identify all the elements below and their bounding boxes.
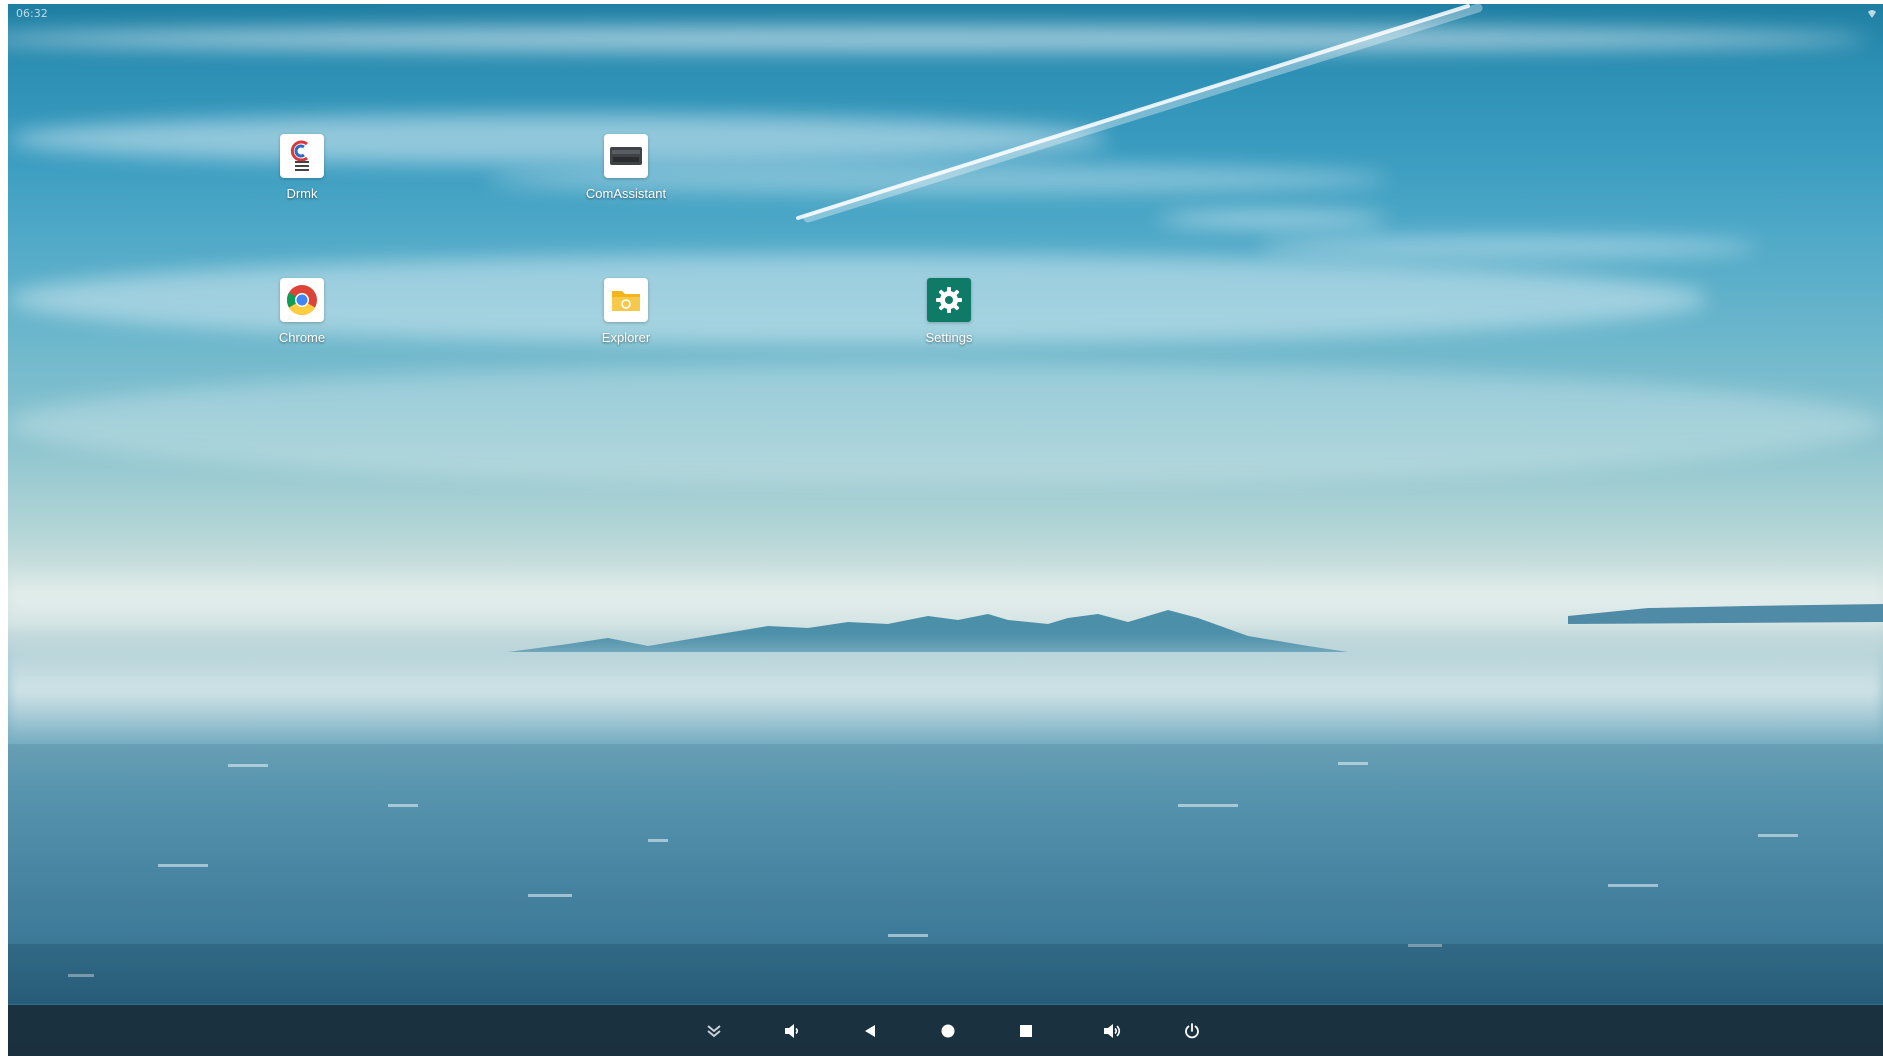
home-circle-icon: [941, 1024, 955, 1038]
contrail: [796, 4, 1483, 223]
app-chrome[interactable]: Chrome: [232, 278, 372, 345]
app-label: Settings: [925, 330, 973, 345]
app-label: Chrome: [278, 330, 326, 345]
explorer-folder-icon: [604, 278, 648, 322]
chevron-double-down-icon: [707, 1025, 721, 1038]
recents-square-icon: [1020, 1025, 1032, 1037]
settings-gear-icon: [927, 278, 971, 322]
app-label: ComAssistant: [585, 186, 667, 201]
app-comassistant[interactable]: ComAssistant: [556, 134, 696, 201]
home-button[interactable]: [932, 1015, 964, 1047]
status-clock: 06:32: [16, 7, 48, 20]
app-settings[interactable]: Settings: [879, 278, 1019, 345]
collapse-button[interactable]: [698, 1015, 730, 1047]
power-icon: [1185, 1023, 1199, 1039]
volume-up-button[interactable]: [1096, 1015, 1128, 1047]
navigation-bar: [8, 1005, 1883, 1056]
chrome-icon: [280, 278, 324, 322]
wifi-icon: [1868, 10, 1876, 18]
power-button[interactable]: [1176, 1015, 1208, 1047]
volume-down-icon: [785, 1024, 799, 1038]
volume-down-button[interactable]: [776, 1015, 808, 1047]
back-triangle-icon: [865, 1025, 875, 1037]
volume-up-icon: [1104, 1024, 1121, 1038]
city-plain-texture: [8, 744, 1883, 1004]
app-explorer[interactable]: Explorer: [556, 278, 696, 345]
recents-button[interactable]: [1010, 1015, 1042, 1047]
drmk-app-icon: [280, 134, 324, 178]
comassistant-app-icon: [604, 134, 648, 178]
back-button[interactable]: [854, 1015, 886, 1047]
app-label: Explorer: [601, 330, 651, 345]
app-label: Drmk: [286, 186, 318, 201]
android-home-screen: 06:32 Drmk ComAssistant Chrome Explorer …: [8, 4, 1883, 1056]
app-drmk[interactable]: Drmk: [232, 134, 372, 201]
